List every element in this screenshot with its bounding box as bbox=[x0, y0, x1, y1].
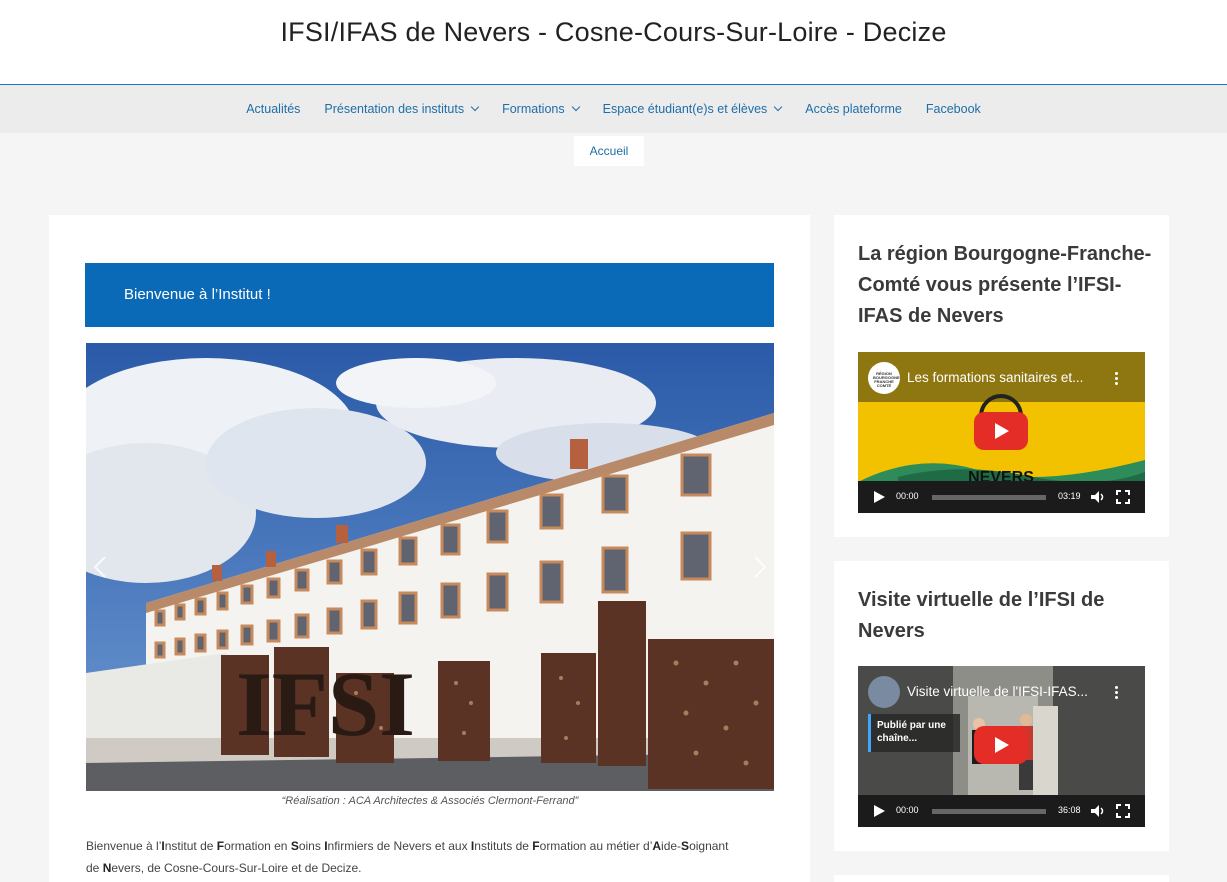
video-controls: 00:00 36:08 bbox=[858, 795, 1145, 827]
main-navigation: Actualités Présentation des instituts Fo… bbox=[0, 85, 1227, 133]
channel-avatar[interactable]: RÉGION BOURGOGNE FRANCHE COMTÉ bbox=[868, 362, 900, 394]
volume-icon[interactable] bbox=[1090, 804, 1106, 818]
chevron-down-icon bbox=[571, 102, 580, 112]
fullscreen-icon[interactable] bbox=[1116, 490, 1130, 504]
nav-label: Actualités bbox=[246, 102, 301, 116]
chevron-right-icon[interactable] bbox=[752, 555, 768, 579]
nav-label: Accès plateforme bbox=[805, 102, 902, 116]
chevron-down-icon bbox=[470, 102, 480, 112]
nav-label: Espace étudiant(e)s et élèves bbox=[602, 102, 768, 116]
youtube-play-button[interactable] bbox=[974, 412, 1028, 450]
main-content: Bienvenue à l’Institut ! IFSI “Réalisati… bbox=[49, 215, 810, 882]
youtube-play-button[interactable] bbox=[974, 726, 1028, 764]
site-title[interactable]: IFSI/IFAS de Nevers - Cosne-Cours-Sur-Lo… bbox=[0, 17, 1227, 48]
play-icon[interactable] bbox=[874, 491, 885, 503]
nav-list: Actualités Présentation des instituts Fo… bbox=[0, 85, 1227, 133]
welcome-heading: Bienvenue à l’Institut ! bbox=[124, 286, 271, 303]
progress-track[interactable] bbox=[932, 809, 1046, 814]
nav-item-formations[interactable]: Formations bbox=[490, 102, 591, 116]
duration: 36:08 bbox=[1058, 805, 1081, 815]
avatar-text: RÉGION BOURGOGNE FRANCHE COMTÉ bbox=[873, 371, 900, 388]
current-time: 00:00 bbox=[896, 805, 919, 815]
video-title[interactable]: Les formations sanitaires et... bbox=[907, 370, 1107, 385]
nav-item-presentation[interactable]: Présentation des instituts bbox=[312, 102, 490, 116]
welcome-banner: Bienvenue à l’Institut ! bbox=[85, 263, 774, 327]
site-header: IFSI/IFAS de Nevers - Cosne-Cours-Sur-Lo… bbox=[0, 0, 1227, 85]
video-controls: 00:00 03:19 bbox=[858, 481, 1145, 513]
chevron-down-icon bbox=[774, 102, 783, 112]
image-slider[interactable]: IFSI bbox=[86, 343, 774, 791]
current-time: 00:00 bbox=[896, 491, 919, 501]
widget-title: Visite virtuelle de l’IFSI de Nevers bbox=[858, 589, 1105, 642]
more-options-icon[interactable] bbox=[1115, 686, 1119, 700]
sidebar-widget-region-video: La région Bourgogne-Franche-Comté vous p… bbox=[834, 215, 1169, 537]
image-caption: “Réalisation : ACA Architectes & Associé… bbox=[281, 795, 579, 807]
chevron-left-icon[interactable] bbox=[92, 555, 108, 579]
breadcrumb-accueil[interactable]: Accueil bbox=[574, 136, 644, 166]
video-player[interactable]: Visite virtuelle de l'IFSI-IFAS... Publi… bbox=[858, 666, 1145, 827]
widget-title: La région Bourgogne-Franche-Comté vous p… bbox=[858, 243, 1152, 327]
nav-item-acces-plateforme[interactable]: Accès plateforme bbox=[793, 102, 914, 116]
sidebar-widget-next bbox=[834, 875, 1169, 882]
video-player[interactable]: NEVERS RÉGION BOURGOGNE FRANCHE COMTÉ Le… bbox=[858, 352, 1145, 513]
nav-item-facebook[interactable]: Facebook bbox=[914, 102, 993, 116]
nav-label: Formations bbox=[502, 102, 565, 116]
nav-item-espace-etudiants[interactable]: Espace étudiant(e)s et élèves bbox=[591, 102, 794, 116]
nav-item-actualites[interactable]: Actualités bbox=[234, 102, 312, 116]
volume-icon[interactable] bbox=[1090, 490, 1106, 504]
play-icon[interactable] bbox=[874, 805, 885, 817]
duration: 03:19 bbox=[1058, 491, 1081, 501]
channel-avatar[interactable] bbox=[868, 676, 900, 708]
more-options-icon[interactable] bbox=[1115, 372, 1119, 386]
nav-label: Présentation des instituts bbox=[324, 102, 465, 116]
intro-paragraph: Bienvenue à l’Institut de Formation en S… bbox=[86, 839, 729, 875]
channel-info-label[interactable]: Publié par une chaîne... bbox=[868, 714, 960, 752]
building-photo: IFSI bbox=[86, 343, 774, 791]
fullscreen-icon[interactable] bbox=[1116, 804, 1130, 818]
nav-label: Facebook bbox=[925, 102, 981, 116]
video-title[interactable]: Visite virtuelle de l'IFSI-IFAS... bbox=[907, 684, 1107, 699]
building-sign-text: IFSI bbox=[236, 653, 415, 755]
progress-track[interactable] bbox=[932, 495, 1046, 500]
sidebar-widget-virtual-tour: Visite virtuelle de l’IFSI de Nevers Vis… bbox=[834, 561, 1169, 851]
